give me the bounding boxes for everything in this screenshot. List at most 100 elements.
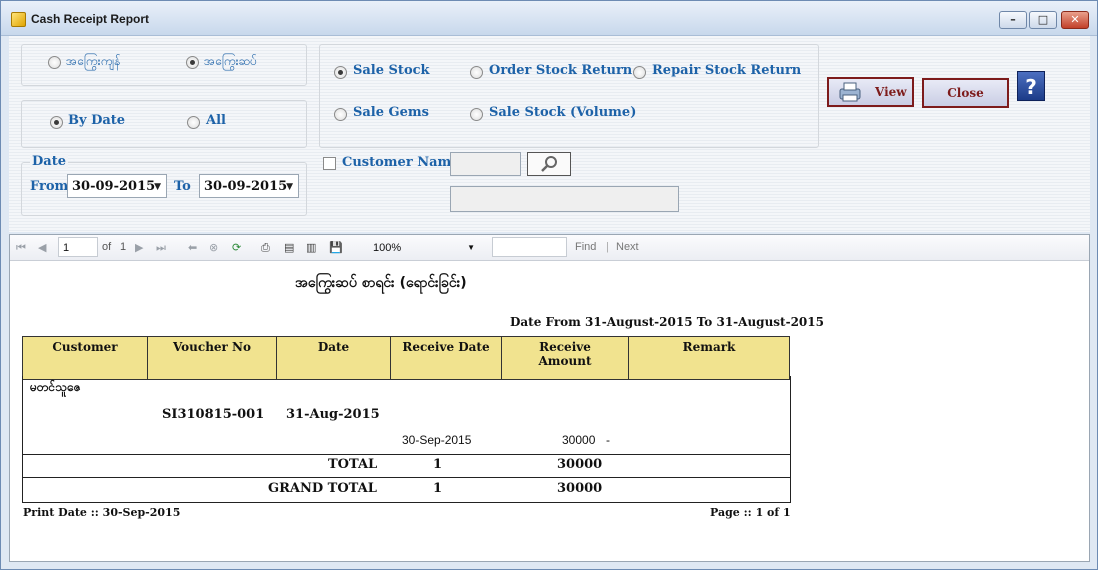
column-header: Receive Amount	[501, 336, 629, 380]
radio-order-stock-return-label: Order Stock Return	[489, 63, 633, 78]
print-date: Print Date :: 30-Sep-2015	[23, 506, 181, 519]
total-amount: 30000	[557, 457, 603, 472]
search-icon	[541, 156, 557, 172]
help-button[interactable]: ?	[1017, 71, 1045, 101]
radio-credit-paid[interactable]	[186, 56, 199, 69]
to-label: To	[174, 179, 191, 194]
type-group	[21, 44, 307, 86]
page-info: Page :: 1 of 1	[710, 506, 791, 519]
first-page-icon[interactable]: ⏮	[16, 241, 26, 255]
report-title: အကြွေးဆပ် စာရင်း (ရောင်းခြင်း)	[295, 275, 467, 291]
print-icon[interactable]: ⎙	[261, 241, 270, 255]
close-button[interactable]: Close	[922, 78, 1009, 108]
radio-sale-gems[interactable]	[334, 108, 347, 121]
report-viewer: ⏮ ◀ 1 of 1 ▶ ⏭ ⬅ ⊗ ⟳ ⎙ ▤ ▥ 💾 100% ▼ Find…	[9, 234, 1090, 562]
customer-name-label: Customer Name	[342, 155, 460, 170]
refresh-icon[interactable]: ⟳	[232, 241, 241, 254]
radio-credit-remaining-label: အကြွေးကျန်	[66, 54, 121, 68]
page-total-label: 1	[120, 241, 127, 253]
back-icon[interactable]: ⬅	[188, 241, 197, 254]
window-title: Cash Receipt Report	[31, 12, 150, 26]
report-table: Customer Voucher No Date Receive Date Re…	[22, 336, 790, 380]
column-header: Customer	[22, 336, 148, 380]
close-window-button[interactable]: ✕	[1061, 11, 1089, 29]
from-date-picker[interactable]: 30-09-2015 ▼	[67, 174, 167, 198]
radio-sale-gems-label: Sale Gems	[353, 105, 429, 120]
total-label: TOTAL	[328, 457, 378, 472]
last-page-icon[interactable]: ⏭	[156, 241, 166, 255]
stock-type-group	[319, 44, 819, 148]
export-icon[interactable]: 💾	[329, 241, 343, 254]
column-header: Remark	[628, 336, 790, 380]
table-border	[22, 376, 23, 502]
grand-total-label: GRAND TOTAL	[268, 481, 377, 496]
radio-credit-remaining[interactable]	[48, 56, 61, 69]
filter-panel: အကြွေးကျန် အကြွေးဆပ် By Date All Date Fr…	[9, 36, 1090, 232]
chevron-down-icon: ▼	[154, 182, 161, 192]
next-page-icon[interactable]: ▶	[135, 241, 143, 254]
remark-cell: -	[606, 433, 610, 447]
date-group-label: Date	[30, 154, 68, 169]
customer-name-checkbox[interactable]	[323, 157, 336, 170]
view-button[interactable]: View	[827, 77, 914, 107]
radio-sale-stock-label: Sale Stock	[353, 63, 430, 78]
report-toolbar: ⏮ ◀ 1 of 1 ▶ ⏭ ⬅ ⊗ ⟳ ⎙ ▤ ▥ 💾 100% ▼ Find…	[10, 235, 1089, 261]
voucher-date-cell: 31-Aug-2015	[286, 407, 380, 422]
table-border	[790, 376, 791, 502]
maximize-button[interactable]: □	[1029, 11, 1057, 29]
page-number-input[interactable]: 1	[58, 237, 98, 257]
zoom-select[interactable]: 100% ▼	[368, 237, 480, 257]
find-button[interactable]: Find	[575, 241, 596, 253]
grand-total-count: 1	[433, 481, 443, 496]
customer-name-display	[450, 186, 679, 212]
next-button[interactable]: Next	[616, 241, 639, 253]
radio-sale-stock-volume[interactable]	[470, 108, 483, 121]
find-input[interactable]	[492, 237, 567, 257]
page-setup-icon[interactable]: ▥	[306, 241, 316, 254]
total-count: 1	[433, 457, 443, 472]
printer-icon	[839, 82, 861, 102]
radio-credit-paid-label: အကြွေးဆပ်	[204, 54, 258, 68]
customer-code-input[interactable]	[450, 152, 521, 176]
customer-search-button[interactable]	[527, 152, 571, 176]
title-bar: Cash Receipt Report – □ ✕	[1, 1, 1097, 36]
table-divider	[22, 477, 791, 478]
stop-icon[interactable]: ⊗	[209, 241, 218, 254]
table-divider	[22, 454, 791, 455]
table-divider	[22, 502, 791, 503]
column-header: Voucher No	[147, 336, 277, 380]
toolbar-separator: |	[606, 241, 609, 253]
radio-by-date-label: By Date	[68, 113, 126, 128]
column-header: Date	[276, 336, 391, 380]
chevron-down-icon: ▼	[286, 182, 293, 192]
radio-all[interactable]	[187, 116, 200, 129]
to-date-value: 30-09-2015	[204, 179, 288, 194]
radio-order-stock-return[interactable]	[470, 66, 483, 79]
previous-page-icon[interactable]: ◀	[38, 241, 46, 254]
view-button-label: View	[875, 85, 907, 99]
receive-amount-cell: 30000	[562, 433, 596, 447]
customer-name-cell: မတင်သူဇေ	[30, 380, 81, 394]
radio-all-label: All	[206, 113, 226, 128]
radio-sale-stock-volume-label: Sale Stock (Volume)	[489, 105, 637, 120]
column-header: Receive Date	[390, 336, 502, 380]
report-date-range: Date From 31-August-2015 To 31-August-20…	[510, 315, 824, 329]
minimize-button[interactable]: –	[999, 11, 1027, 29]
from-label: From	[30, 179, 69, 194]
receive-date-cell: 30-Sep-2015	[402, 433, 472, 447]
radio-repair-stock-return[interactable]	[633, 66, 646, 79]
zoom-value: 100%	[373, 242, 402, 254]
radio-by-date[interactable]	[50, 116, 63, 129]
from-date-value: 30-09-2015	[72, 179, 156, 194]
print-layout-icon[interactable]: ▤	[284, 241, 294, 254]
page-of-label: of	[102, 241, 112, 253]
report-window: Cash Receipt Report – □ ✕ အကြွေးကျန် အကြ…	[0, 0, 1098, 570]
radio-repair-stock-return-label: Repair Stock Return	[652, 63, 802, 78]
to-date-picker[interactable]: 30-09-2015 ▼	[199, 174, 299, 198]
app-icon	[11, 12, 26, 27]
report-header-row: Customer Voucher No Date Receive Date Re…	[22, 336, 790, 380]
radio-sale-stock[interactable]	[334, 66, 347, 79]
grand-total-amount: 30000	[557, 481, 603, 496]
chevron-down-icon: ▼	[467, 243, 475, 252]
range-group	[21, 100, 307, 148]
